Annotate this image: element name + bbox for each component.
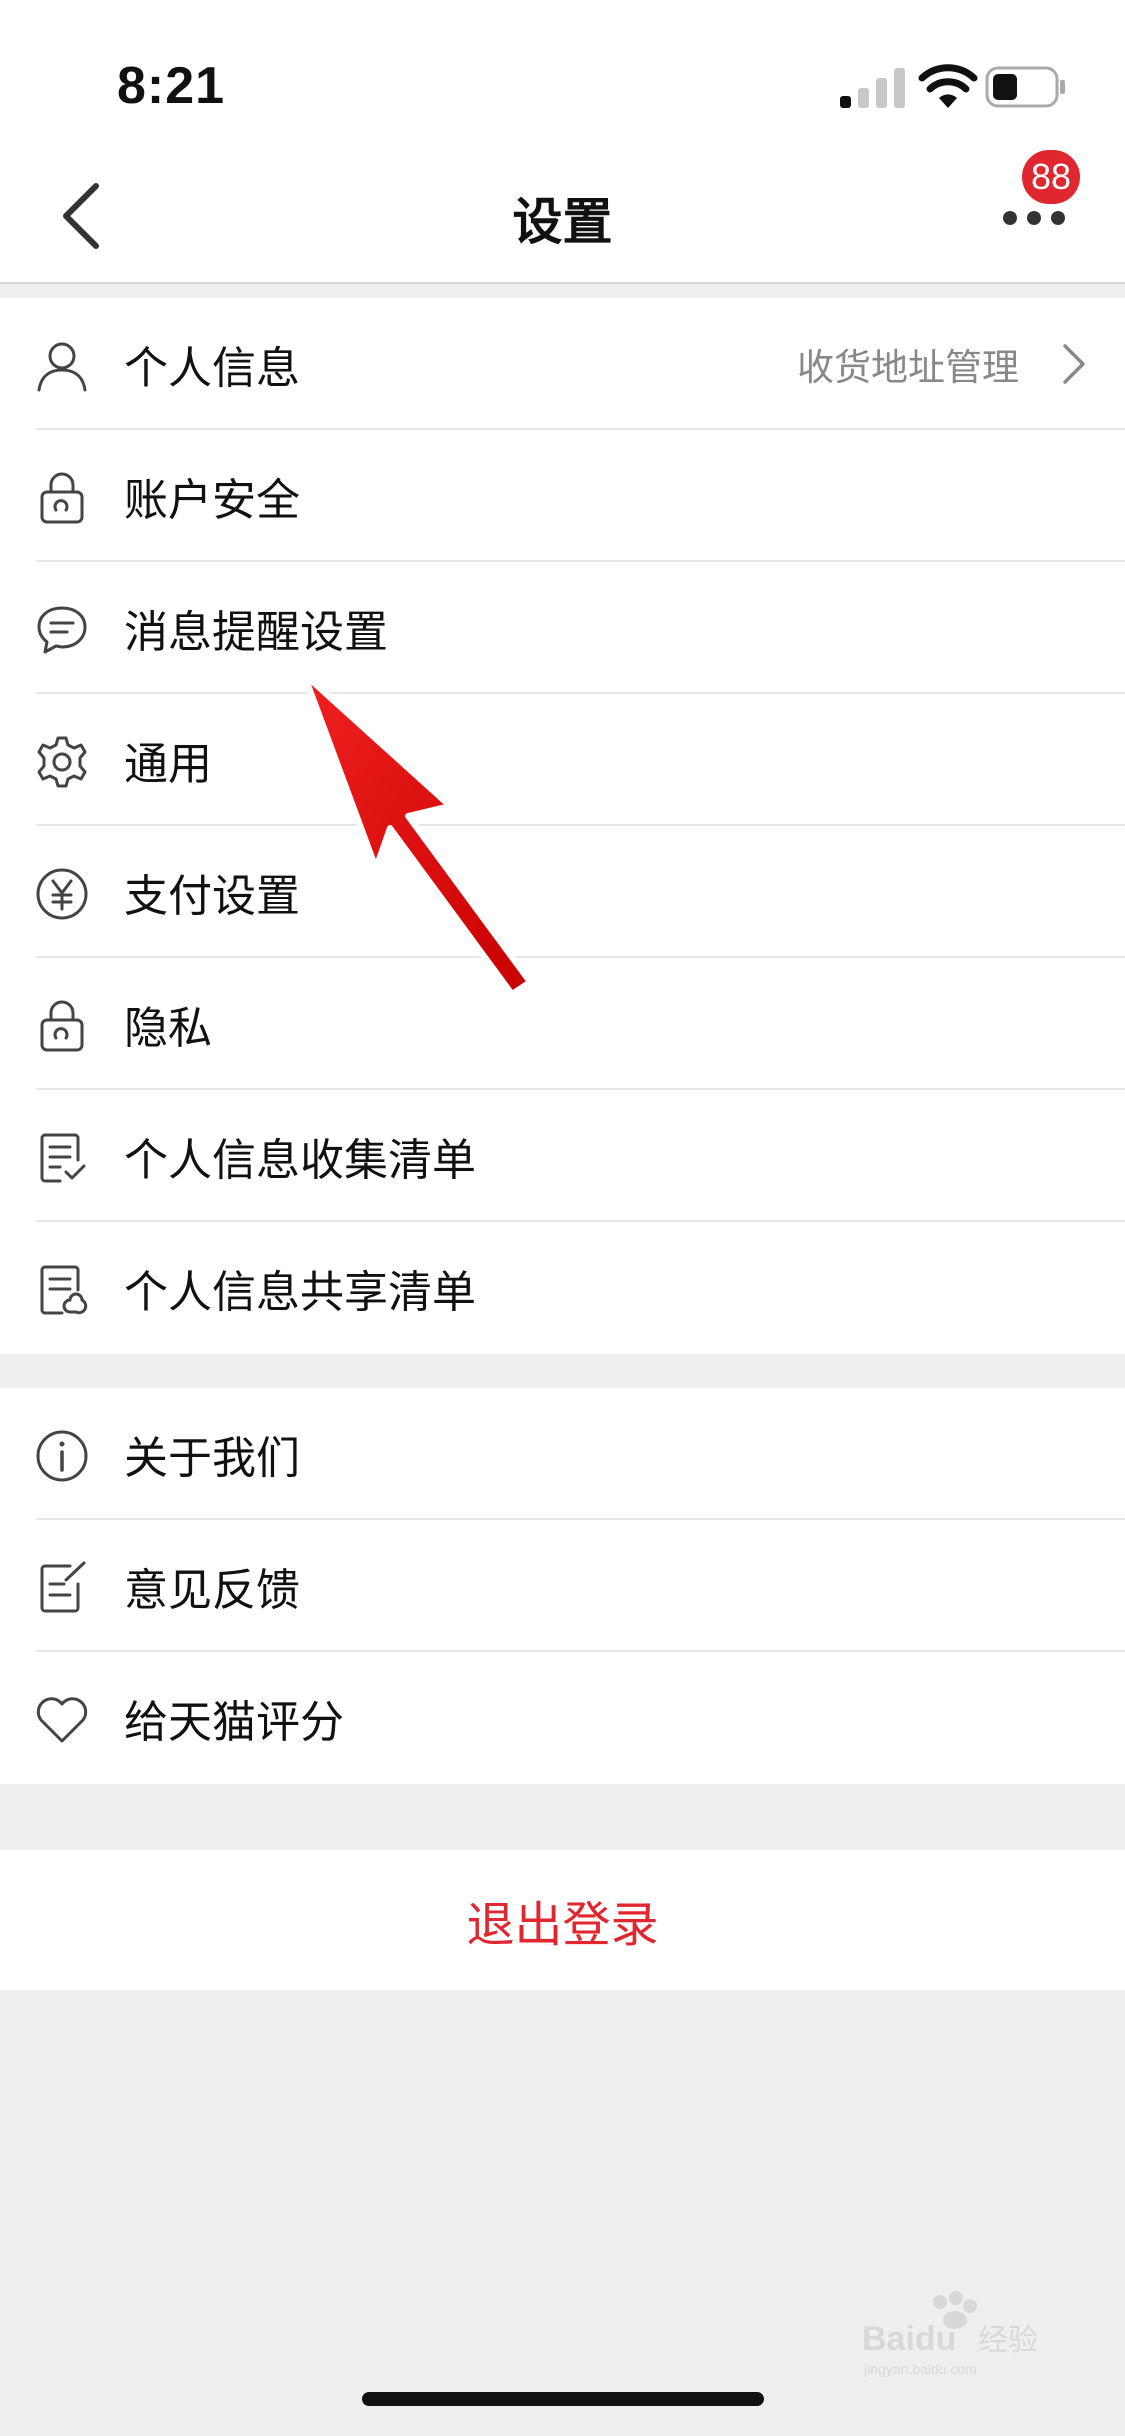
edit-note-icon	[40, 1561, 86, 1613]
settings-item-rate-app[interactable]: 给天猫评分	[0, 1652, 1125, 1784]
page-title: 设置	[512, 193, 613, 251]
settings-item-label: 个人信息收集清单	[124, 1135, 476, 1186]
person-icon	[37, 342, 87, 392]
notification-badge: 88	[1022, 150, 1080, 204]
logout-button[interactable]: 退出登录	[0, 1850, 1125, 1990]
settings-item-label: 个人信息共享清单	[124, 1267, 476, 1318]
chat-bubble-icon	[37, 606, 87, 654]
nav-bar: 设置 88	[0, 150, 1125, 284]
settings-item-notifications[interactable]: 消息提醒设置	[0, 562, 1125, 694]
wifi-icon	[918, 64, 978, 108]
battery-icon	[985, 66, 1065, 108]
annotation-arrow-icon	[301, 671, 533, 997]
gear-icon	[37, 736, 87, 788]
settings-item-label: 隐私	[124, 1003, 212, 1054]
address-management-link[interactable]: 收货地址管理	[797, 337, 1019, 391]
settings-item-label: 账户安全	[124, 475, 300, 526]
baidu-watermark-logo: Baidu 经验 jingyan.baidu.com	[862, 2291, 1038, 2377]
logout-label: 退出登录	[466, 1897, 659, 1953]
home-indicator[interactable]	[362, 2392, 764, 2406]
settings-item-general[interactable]: 通用	[0, 694, 1125, 826]
settings-item-personal-info[interactable]: 个人信息 收货地址管理	[0, 298, 1125, 430]
yuan-icon	[36, 868, 88, 920]
heart-icon	[36, 1697, 88, 1743]
settings-item-info-collection-list[interactable]: 个人信息收集清单	[0, 1090, 1125, 1222]
settings-item-label: 给天猫评分	[124, 1697, 344, 1748]
settings-group-main: 个人信息 收货地址管理 账户安全 消息提醒设置 通用 支付设置 隐私 个人信息收…	[0, 298, 1125, 1354]
settings-item-privacy[interactable]: 隐私	[0, 958, 1125, 1090]
status-bar: 8:21	[0, 0, 1125, 150]
checklist-icon	[40, 1133, 86, 1183]
status-time: 8:21	[117, 57, 226, 115]
settings-item-info-sharing-list[interactable]: 个人信息共享清单	[0, 1222, 1125, 1354]
settings-item-account-security[interactable]: 账户安全	[0, 430, 1125, 562]
settings-group-about: 关于我们 意见反馈 给天猫评分	[0, 1388, 1125, 1784]
settings-item-label: 支付设置	[124, 871, 300, 922]
settings-item-about-us[interactable]: 关于我们	[0, 1388, 1125, 1520]
watermark-brand: Baidu	[862, 2320, 956, 2358]
watermark-brand-suffix: 经验	[978, 2323, 1038, 2358]
lock-icon	[40, 472, 84, 524]
settings-item-label: 个人信息	[124, 343, 300, 394]
settings-item-label: 关于我们	[124, 1433, 300, 1484]
shared-list-icon	[40, 1265, 88, 1315]
info-icon	[36, 1430, 88, 1482]
chevron-right-icon	[1063, 344, 1085, 384]
settings-item-label: 消息提醒设置	[124, 607, 388, 658]
watermark-url: jingyan.baidu.com	[863, 2361, 977, 2377]
settings-item-label: 意见反馈	[124, 1565, 300, 1616]
settings-item-label: 通用	[124, 739, 212, 790]
more-menu-button[interactable]	[1000, 200, 1068, 236]
lock-icon	[40, 1000, 84, 1052]
settings-item-payment[interactable]: 支付设置	[0, 826, 1125, 958]
cellular-signal-icon	[840, 68, 905, 108]
settings-item-feedback[interactable]: 意见反馈	[0, 1520, 1125, 1652]
